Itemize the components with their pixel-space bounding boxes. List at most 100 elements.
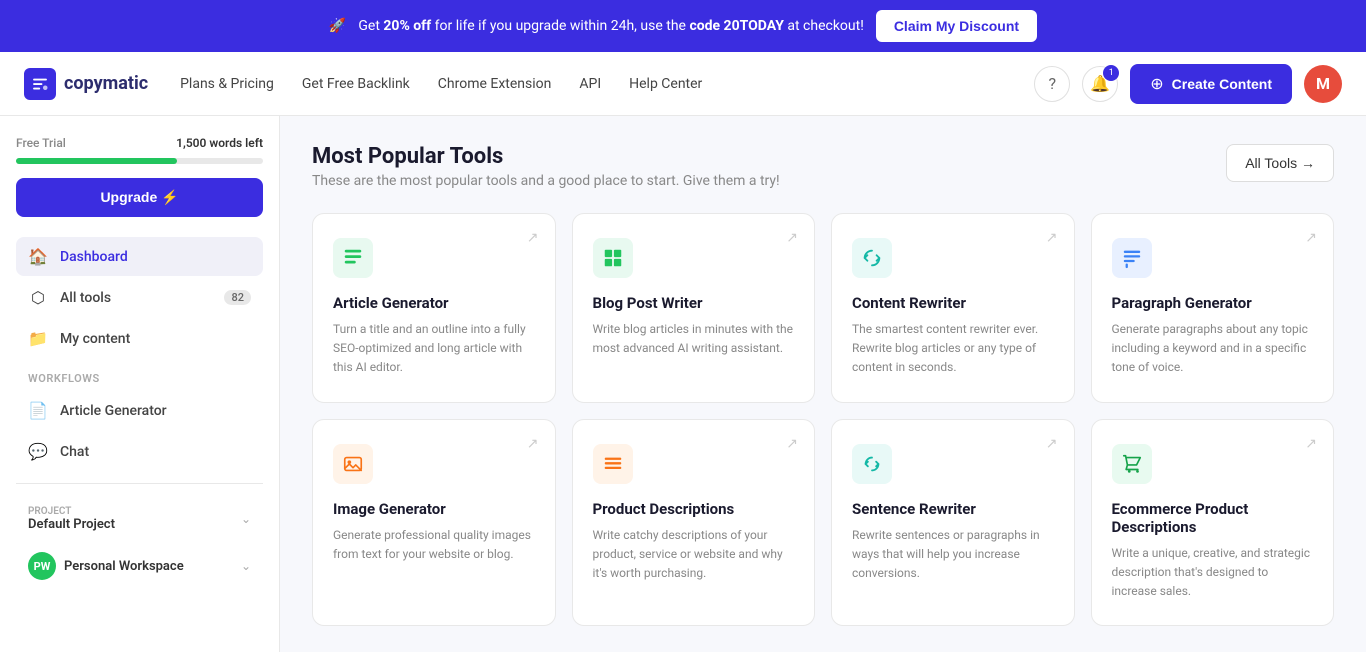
nav-plans[interactable]: Plans & Pricing xyxy=(180,76,274,92)
tool-desc: Rewrite sentences or paragraphs in ways … xyxy=(852,526,1054,584)
logo-text: copymatic xyxy=(64,73,148,94)
page-subtitle: These are the most popular tools and a g… xyxy=(312,173,780,189)
plus-icon: ⊕ xyxy=(1150,74,1163,94)
sidebar-nav-item-article-generator[interactable]: 📄 Article Generator xyxy=(16,391,263,430)
trial-info: Free Trial 1,500 words left xyxy=(16,136,263,150)
tool-card-article-generator[interactable]: ↗ Article Generator Turn a title and an … xyxy=(312,213,556,403)
expand-icon: ↗ xyxy=(1046,436,1058,452)
sidebar-nav-item-all-tools[interactable]: ⬡ All tools 82 xyxy=(16,278,263,317)
workflows-section-label: Workflows xyxy=(16,360,263,391)
tool-desc: Write blog articles in minutes with the … xyxy=(593,320,795,358)
all-tools-button[interactable]: All Tools → xyxy=(1226,144,1334,182)
tool-card-product-descriptions[interactable]: ↗ Product Descriptions Write catchy desc… xyxy=(572,419,816,627)
chevron-down-icon: ⌄ xyxy=(241,512,251,526)
tool-icon-sentence-rewriter xyxy=(852,444,892,484)
tool-card-blog-post-writer[interactable]: ↗ Blog Post Writer Write blog articles i… xyxy=(572,213,816,403)
nav-help[interactable]: Help Center xyxy=(629,76,702,92)
sidebar-item-label: Article Generator xyxy=(60,403,167,419)
sidebar-item-label: My content xyxy=(60,331,130,347)
banner-text: Get 20% off for life if you upgrade with… xyxy=(358,18,863,34)
nav-api[interactable]: API xyxy=(579,76,601,92)
chat-icon: 💬 xyxy=(28,442,48,461)
all-tools-icon: ⬡ xyxy=(28,288,48,307)
header: copymatic Plans & Pricing Get Free Backl… xyxy=(0,52,1366,116)
tool-title: Blog Post Writer xyxy=(593,294,795,312)
words-progress-bar xyxy=(16,158,263,164)
tool-icon-blog-post-writer xyxy=(593,238,633,278)
project-label: PROJECT xyxy=(28,506,233,517)
tool-desc: The smartest content rewriter ever. Rewr… xyxy=(852,320,1054,378)
tool-card-ecommerce-product-descriptions[interactable]: ↗ Ecommerce Product Descriptions Write a… xyxy=(1091,419,1335,627)
tool-desc: Turn a title and an outline into a fully… xyxy=(333,320,535,378)
workspace-selector[interactable]: PW Personal Workspace ⌄ xyxy=(16,542,263,590)
tool-icon-image-generator xyxy=(333,444,373,484)
nav-chrome[interactable]: Chrome Extension xyxy=(438,76,552,92)
tool-card-sentence-rewriter[interactable]: ↗ Sentence Rewriter Rewrite sentences or… xyxy=(831,419,1075,627)
top-banner: 🚀 Get 20% off for life if you upgrade wi… xyxy=(0,0,1366,52)
sidebar-bottom: PROJECT Default Project ⌄ PW Personal Wo… xyxy=(16,483,263,590)
tool-title: Paragraph Generator xyxy=(1112,294,1314,312)
claim-discount-button[interactable]: Claim My Discount xyxy=(876,10,1037,42)
my-content-icon: 📁 xyxy=(28,329,48,348)
tool-title: Article Generator xyxy=(333,294,535,312)
sidebar-nav-item-my-content[interactable]: 📁 My content xyxy=(16,319,263,358)
content-heading: Most Popular Tools These are the most po… xyxy=(312,144,780,189)
notifications-button[interactable]: 🔔 1 xyxy=(1082,66,1118,102)
expand-icon: ↗ xyxy=(527,230,539,246)
expand-icon: ↗ xyxy=(527,436,539,452)
workspace-avatar: PW xyxy=(28,552,56,580)
workspace-info: Personal Workspace xyxy=(64,559,233,574)
page-title: Most Popular Tools xyxy=(312,144,780,169)
tool-card-paragraph-generator[interactable]: ↗ Paragraph Generator Generate paragraph… xyxy=(1091,213,1335,403)
nav-backlink[interactable]: Get Free Backlink xyxy=(302,76,410,92)
sidebar-nav-item-dashboard[interactable]: 🏠 Dashboard xyxy=(16,237,263,276)
sidebar-item-label: Chat xyxy=(60,444,89,460)
sidebar-nav-item-chat[interactable]: 💬 Chat xyxy=(16,432,263,471)
words-left: 1,500 words left xyxy=(176,136,263,150)
article-generator-icon: 📄 xyxy=(28,401,48,420)
logo-icon xyxy=(24,68,56,100)
tool-icon-article-generator xyxy=(333,238,373,278)
sidebar: Free Trial 1,500 words left Upgrade ⚡ 🏠 … xyxy=(0,116,280,652)
logo[interactable]: copymatic xyxy=(24,68,148,100)
main-content: Most Popular Tools These are the most po… xyxy=(280,116,1366,652)
expand-icon: ↗ xyxy=(1046,230,1058,246)
project-name: Default Project xyxy=(28,517,233,532)
notification-badge: 1 xyxy=(1103,65,1119,81)
sidebar-item-label: Dashboard xyxy=(60,249,128,265)
tool-card-image-generator[interactable]: ↗ Image Generator Generate professional … xyxy=(312,419,556,627)
project-selector[interactable]: PROJECT Default Project ⌄ xyxy=(16,496,263,542)
sidebar-item-label: All tools xyxy=(60,290,111,306)
chevron-down-icon-2: ⌄ xyxy=(241,559,251,573)
expand-icon: ↗ xyxy=(1305,230,1317,246)
tools-grid: ↗ Article Generator Turn a title and an … xyxy=(312,213,1334,626)
dashboard-icon: 🏠 xyxy=(28,247,48,266)
workspace-name: Personal Workspace xyxy=(64,559,233,574)
content-header: Most Popular Tools These are the most po… xyxy=(312,144,1334,189)
main-layout: Free Trial 1,500 words left Upgrade ⚡ 🏠 … xyxy=(0,116,1366,652)
tool-desc: Generate paragraphs about any topic incl… xyxy=(1112,320,1314,378)
help-button[interactable]: ? xyxy=(1034,66,1070,102)
create-content-button[interactable]: ⊕ Create Content xyxy=(1130,64,1292,104)
expand-icon: ↗ xyxy=(1305,436,1317,452)
tool-icon-content-rewriter xyxy=(852,238,892,278)
question-icon: ? xyxy=(1048,74,1056,93)
main-nav: Plans & Pricing Get Free Backlink Chrome… xyxy=(180,76,1002,92)
header-right: ? 🔔 1 ⊕ Create Content M xyxy=(1034,64,1342,104)
tool-icon-ecommerce xyxy=(1112,444,1152,484)
tool-title: Ecommerce Product Descriptions xyxy=(1112,500,1314,536)
banner-rocket-icon: 🚀 xyxy=(329,18,346,34)
tool-title: Sentence Rewriter xyxy=(852,500,1054,518)
tool-icon-product-descriptions xyxy=(593,444,633,484)
user-avatar[interactable]: M xyxy=(1304,65,1342,103)
tool-desc: Generate professional quality images fro… xyxy=(333,526,535,564)
tool-title: Product Descriptions xyxy=(593,500,795,518)
upgrade-button[interactable]: Upgrade ⚡ xyxy=(16,178,263,217)
all-tools-badge: 82 xyxy=(224,290,251,305)
words-progress-fill xyxy=(16,158,177,164)
tool-card-content-rewriter[interactable]: ↗ Content Rewriter The smartest content … xyxy=(831,213,1075,403)
tool-title: Content Rewriter xyxy=(852,294,1054,312)
expand-icon: ↗ xyxy=(786,436,798,452)
tool-title: Image Generator xyxy=(333,500,535,518)
tool-icon-paragraph-generator xyxy=(1112,238,1152,278)
